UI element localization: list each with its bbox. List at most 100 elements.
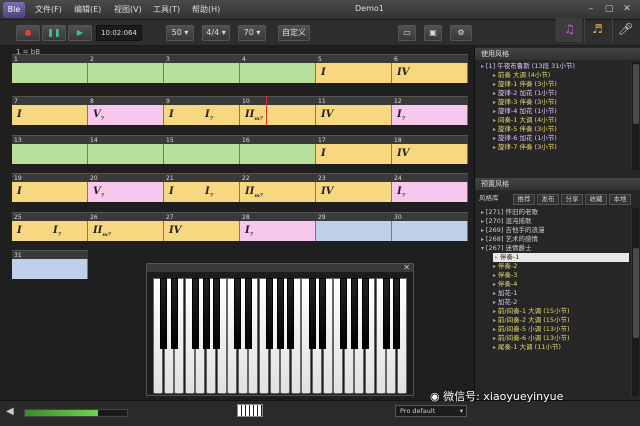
style-group[interactable]: ▸ [1] 午夜布鲁斯 (13段 31小节): [481, 62, 575, 71]
measure-cell[interactable]: V7: [88, 105, 164, 125]
black-key[interactable]: [287, 278, 295, 349]
filter-tab[interactable]: 风格库: [479, 194, 509, 205]
measure-cell[interactable]: [12, 63, 88, 83]
record-button[interactable]: ●: [16, 25, 40, 41]
piano-title-bar[interactable]: ✕: [147, 263, 413, 272]
style-item[interactable]: ▸ 前/间奏-2 大调 (15小节): [493, 316, 570, 325]
piano-toggle-icon[interactable]: [237, 404, 263, 417]
measure-cell[interactable]: I I7: [164, 182, 240, 202]
play-button[interactable]: ▶: [68, 25, 92, 41]
folder-icon[interactable]: ▭: [398, 25, 416, 41]
black-key[interactable]: [276, 278, 284, 349]
style-item[interactable]: ▸ 旋律-5 伴奏 (3小节): [493, 125, 557, 134]
measure-cell[interactable]: V7: [88, 182, 164, 202]
mic-tab[interactable]: 🎤︎: [612, 18, 638, 42]
style-group[interactable]: ▾ [267] 迷情爵士: [481, 244, 531, 253]
black-key[interactable]: [319, 278, 327, 349]
maximize-icon[interactable]: ▢: [602, 2, 616, 16]
meter-select[interactable]: 4/4 ▾: [202, 25, 230, 41]
filter-tab[interactable]: 推荐: [513, 194, 535, 205]
menu-edit[interactable]: 编辑(E): [74, 4, 101, 15]
style-group[interactable]: ▸ [268] 艺术的感情: [481, 235, 538, 244]
style-item[interactable]: ▸ 旋律-4 加花 (1小节): [493, 107, 557, 116]
style-item[interactable]: ▸ 前/间奏-1 大调 (15小节): [493, 307, 570, 316]
filter-tab[interactable]: 本地: [609, 194, 631, 205]
scroll-thumb[interactable]: [633, 248, 639, 338]
pause-button[interactable]: ❚❚: [42, 25, 66, 41]
measure-cell[interactable]: [164, 144, 240, 164]
measure-cell[interactable]: I I7: [164, 105, 240, 125]
style-tab[interactable]: ♫: [556, 18, 582, 42]
measure-cell[interactable]: I I7: [12, 221, 88, 241]
measure-cell[interactable]: I7: [240, 221, 316, 241]
measure-cell[interactable]: [12, 259, 88, 279]
measure-cell[interactable]: I: [316, 144, 392, 164]
black-key[interactable]: [350, 278, 358, 349]
black-key[interactable]: [202, 278, 210, 349]
style-group[interactable]: ▸ [271] 怀旧的老歌: [481, 208, 538, 217]
custom-button[interactable]: 自定义: [278, 25, 310, 41]
black-key[interactable]: [213, 278, 221, 349]
measure-cell[interactable]: [240, 63, 316, 83]
speaker-icon[interactable]: ◀︎: [6, 406, 14, 417]
used-styles-scrollbar[interactable]: [631, 62, 639, 170]
measure-cell[interactable]: I7: [392, 182, 468, 202]
measure-cell[interactable]: IV: [316, 105, 392, 125]
measure-cell[interactable]: [392, 221, 468, 241]
style-item[interactable]: ▸ 加花-2: [493, 298, 517, 307]
close-icon[interactable]: ✕: [403, 263, 410, 272]
measure-cell[interactable]: I: [316, 63, 392, 83]
instrument-select[interactable]: Pro default ▾: [395, 405, 467, 417]
measure-cell[interactable]: [88, 63, 164, 83]
measure-cell[interactable]: [240, 144, 316, 164]
measure-cell[interactable]: [12, 144, 88, 164]
score-tab[interactable]: ♬: [584, 18, 610, 42]
black-key[interactable]: [382, 278, 390, 349]
measure-cell[interactable]: [316, 221, 392, 241]
measure-cell[interactable]: IIm7: [240, 105, 316, 125]
measure-cell[interactable]: I: [12, 105, 88, 125]
bpm-select[interactable]: 50 ▾: [166, 25, 194, 41]
black-key[interactable]: [393, 278, 401, 349]
style-item[interactable]: ▸ 旋律-7 伴奏 (3小节): [493, 143, 557, 152]
measure-cell[interactable]: IIm7: [88, 221, 164, 241]
style-item[interactable]: ▸ 间奏-1 大调 (4小节): [493, 116, 557, 125]
style-item[interactable]: ▸ 前/间奏-5 小调 (13小节): [493, 325, 570, 334]
measure-cell[interactable]: IV: [392, 144, 468, 164]
close-icon[interactable]: ✕: [620, 2, 634, 16]
measure-cell[interactable]: IV: [164, 221, 240, 241]
style-group[interactable]: ▸ [269] 吉他手的浪漫: [481, 226, 544, 235]
black-key[interactable]: [234, 278, 242, 349]
minimize-icon[interactable]: –: [584, 2, 598, 16]
menu-file[interactable]: 文件(F): [35, 4, 62, 15]
tempo-select[interactable]: 70 ▾: [238, 25, 266, 41]
black-key[interactable]: [244, 278, 252, 349]
filter-tab[interactable]: 发布: [537, 194, 559, 205]
black-key[interactable]: [170, 278, 178, 349]
volume-meter[interactable]: [24, 409, 128, 417]
black-key[interactable]: [361, 278, 369, 349]
measure-cell[interactable]: IV: [316, 182, 392, 202]
filter-tab[interactable]: 分享: [561, 194, 583, 205]
style-item[interactable]: ▸ 伴奏-3: [493, 271, 517, 280]
style-item[interactable]: ▸ 加花-1: [493, 289, 517, 298]
menu-tools[interactable]: 工具(T): [153, 4, 180, 15]
black-key[interactable]: [308, 278, 316, 349]
style-item[interactable]: ▸ 伴奏-1: [493, 253, 629, 262]
scroll-thumb[interactable]: [633, 64, 639, 124]
style-item[interactable]: ▸ 尾奏-1 大调 (11小节): [493, 343, 561, 352]
style-item[interactable]: ▸ 旋律-3 伴奏 (3小节): [493, 98, 557, 107]
style-item[interactable]: ▸ 旋律-1 伴奏 (3小节): [493, 80, 557, 89]
black-key[interactable]: [340, 278, 348, 349]
style-item[interactable]: ▸ 伴奏-2: [493, 262, 517, 271]
measure-cell[interactable]: IIm7: [240, 182, 316, 202]
measure-cell[interactable]: I: [12, 182, 88, 202]
measure-cell[interactable]: [164, 63, 240, 83]
measure-cell[interactable]: [88, 144, 164, 164]
menu-help[interactable]: 帮助(H): [192, 4, 220, 15]
black-key[interactable]: [266, 278, 274, 349]
style-item[interactable]: ▸ 伴奏-4: [493, 280, 517, 289]
style-item[interactable]: ▸ 旋律-2 加花 (1小节): [493, 89, 557, 98]
black-key[interactable]: [191, 278, 199, 349]
style-item[interactable]: ▸ 前奏 大调 (4小节): [493, 71, 550, 80]
